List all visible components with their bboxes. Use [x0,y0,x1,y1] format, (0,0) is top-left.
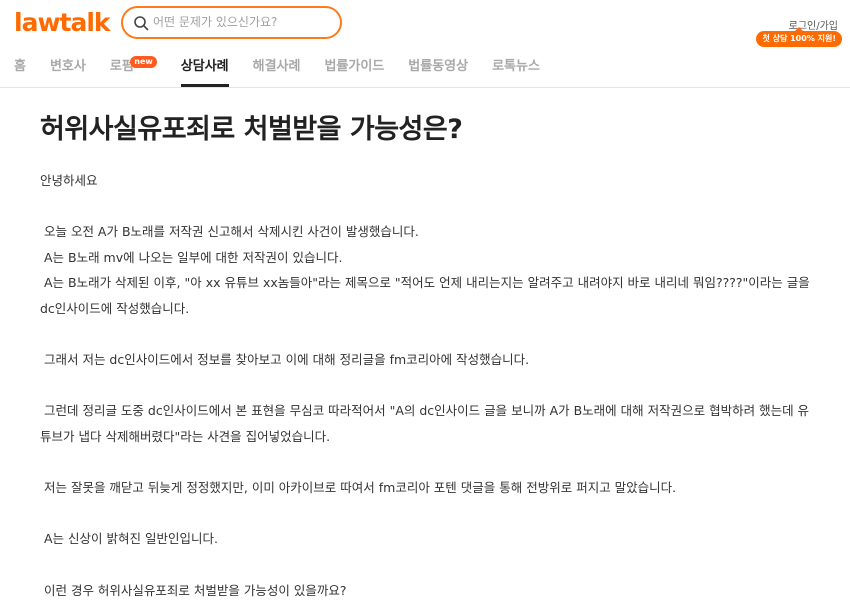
search-icon [134,16,149,31]
search-box[interactable] [121,6,342,39]
post-paragraph-line: A는 B노래가 삭제된 이후, "아 xx 유튜브 xx놈들아"라는 제목으로 … [40,275,810,291]
post-paragraph-line: 그런데 정리글 도중 dc인사이드에서 본 표현을 무심코 따라적어서 "A의 … [40,403,810,419]
post-paragraph-line: 오늘 오전 A가 B노래를 저작권 신고해서 삭제시킨 사건이 발생했습니다. [40,224,419,240]
nav-tab-lawtalk-news[interactable]: 로톡뉴스 [492,54,540,87]
search-input[interactable] [153,12,333,32]
nav-tab-consultation-cases[interactable]: 상담사례 [180,54,229,87]
post-paragraph-line: dc인사이드에 작성했습니다. [40,300,190,316]
post-paragraph-line: 저는 잘못을 깨닫고 뒤늦게 정정했지만, 이미 아카이브로 따여서 fm코리아… [40,480,677,496]
main-nav: 홈 변호사 로펌 new 상담사례 해결사례 법률가이드 법률동영상 로톡뉴스 [0,54,564,88]
nav-tab-home[interactable]: 홈 [14,54,26,87]
post-paragraph-line: 그래서 저는 dc인사이드에서 정보를 찾아보고 이에 대해 정리글을 fm코리… [40,352,530,368]
promo-arrow [795,27,804,31]
promo-badge: 첫 상담 100% 지원! [756,27,842,47]
new-badge: new [130,56,157,68]
post-paragraph-line: A는 신상이 밝혀진 일반인입니다. [40,531,218,547]
nav-tab-lawfirm[interactable]: 로펌 new [110,54,157,87]
post-paragraph-line: 이런 경우 허위사실유포죄로 처벌받을 가능성이 있을까요? [40,582,347,598]
lawtalk-logo[interactable]: lawtalk [14,8,111,37]
nav-tab-resolved-cases[interactable]: 해결사례 [253,54,301,87]
nav-tab-legal-guide[interactable]: 법률가이드 [324,54,384,87]
nav-tab-legal-videos[interactable]: 법률동영상 [408,54,468,87]
post-paragraph-line: 안녕하세요 [40,173,98,188]
site-header: lawtalk 로그인/가입 첫 상담 100% 지원! 홈 변호사 로펌 ne… [0,0,850,88]
post-paragraph-line: A는 B노래 mv에 나오는 일부에 대한 저작권이 있습니다. [40,249,343,265]
post-paragraph-line: 튜브가 냅다 삭제해버렸다"라는 사견을 집어넣었습니다. [40,428,331,444]
post-body: 안녕하세요 오늘 오전 A가 B노래를 저작권 신고해서 삭제시킨 사건이 발생… [40,168,820,603]
promo-badge-text: 첫 상담 100% 지원! [762,34,836,43]
post-content: 허위사실유포죄로 처벌받을 가능성은? 안녕하세요 오늘 오전 A가 B노래를 … [40,88,820,603]
nav-tab-lawyers[interactable]: 변호사 [50,54,86,87]
post-title: 허위사실유포죄로 처벌받을 가능성은? [40,114,463,145]
